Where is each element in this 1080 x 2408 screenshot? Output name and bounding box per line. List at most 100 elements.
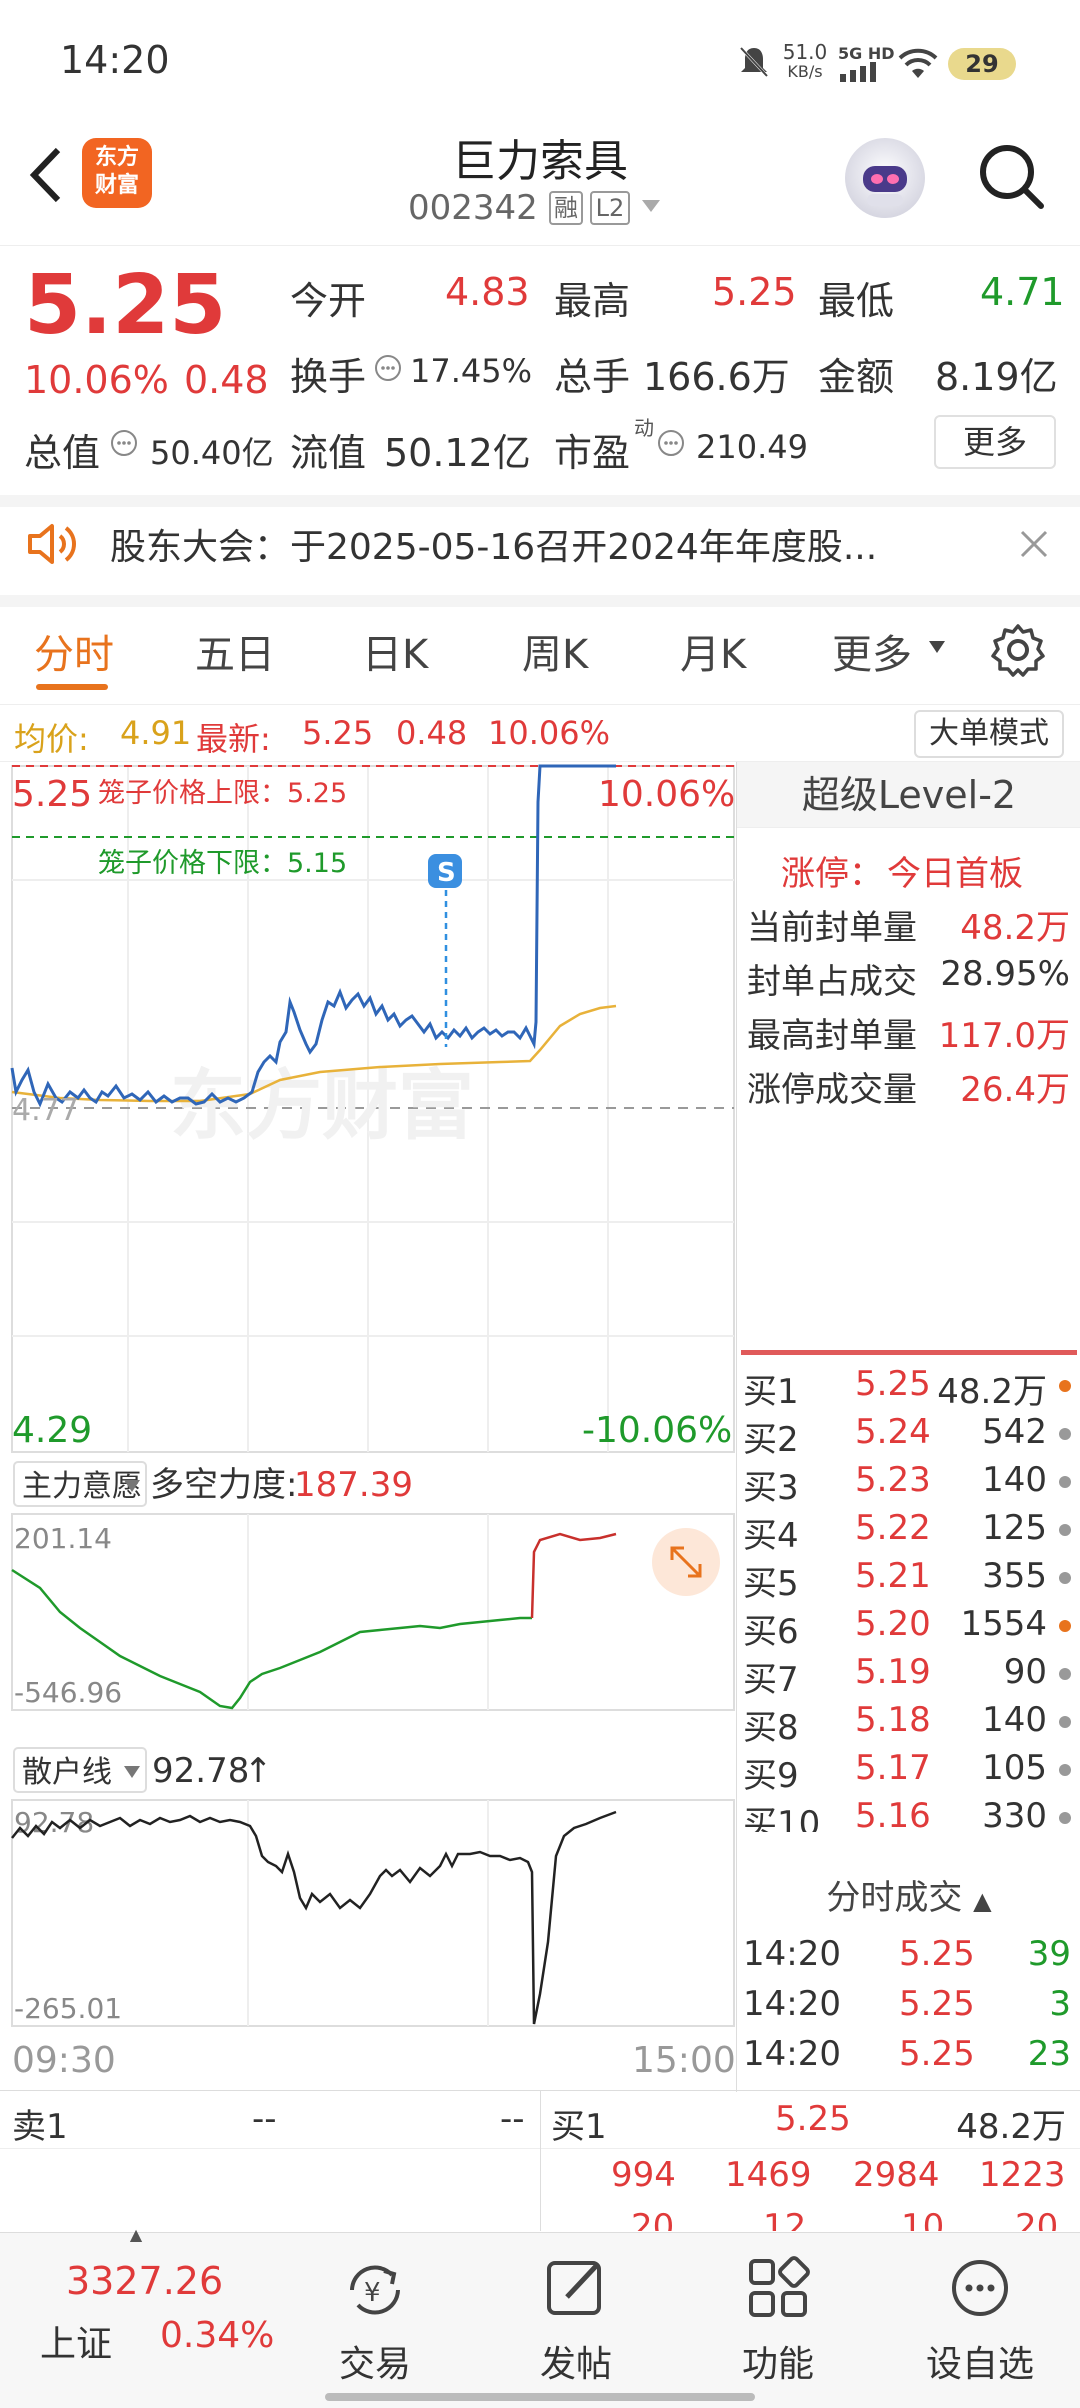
- nav-trade[interactable]: ¥ 交易: [305, 2247, 445, 2397]
- arrow-up-icon: ↑: [244, 1751, 273, 1791]
- nav-add-watchlist-label: 设自选: [925, 2344, 1034, 2385]
- tab-weekly-k[interactable]: 周K: [522, 622, 588, 680]
- bid-label: 买3: [743, 1468, 799, 1508]
- bid-row[interactable]: 买8 5.18 140: [737, 1696, 1080, 1748]
- signal-bars-icon: [840, 62, 876, 82]
- time-axis-start: 09:30: [12, 2040, 116, 2081]
- ai-assistant-avatar[interactable]: [845, 138, 925, 218]
- ticks-title[interactable]: 分时成交 ▲: [737, 1870, 1080, 1919]
- tab-indicator: [36, 684, 108, 690]
- bid-volume: 125: [982, 1508, 1047, 1548]
- gear-icon[interactable]: [990, 622, 1046, 678]
- buy1-price: 5.25: [775, 2099, 851, 2139]
- cage-lower-label: 笼子价格下限：5.15: [98, 848, 347, 879]
- search-icon[interactable]: [975, 140, 1047, 212]
- bid-row[interactable]: 买9 5.17 105: [737, 1744, 1080, 1796]
- l2-label: 最高封单量: [747, 1016, 917, 1056]
- net-speed-unit: KB/s: [787, 62, 823, 81]
- close-icon[interactable]: [1018, 528, 1050, 560]
- bid-row[interactable]: 买3 5.23 140: [737, 1456, 1080, 1508]
- nav-functions-label: 功能: [741, 2344, 814, 2385]
- info-icon[interactable]: [109, 428, 139, 458]
- intraday-chart[interactable]: 东方财富 S 5.25 10.06% 笼子价格上限：5.25 笼子价格下限：5.…: [0, 762, 736, 2092]
- tab-5day[interactable]: 五日: [195, 622, 275, 680]
- home-indicator[interactable]: [325, 2393, 755, 2401]
- bid-row[interactable]: 买10 5.16 330: [737, 1792, 1080, 1832]
- bid-row[interactable]: 买5 5.21 355: [737, 1552, 1080, 1604]
- tab-daily-k[interactable]: 日K: [362, 622, 428, 680]
- bid-row[interactable]: 买4 5.22 125: [737, 1504, 1080, 1556]
- more-button[interactable]: 更多: [934, 415, 1056, 469]
- bid-label: 买4: [743, 1516, 799, 1556]
- notice-text[interactable]: 股东大会：于2025-05-16召开2024年年度股...: [110, 518, 877, 570]
- pe-value: 210.49: [696, 428, 808, 466]
- tab-intraday[interactable]: 分时: [34, 622, 114, 680]
- pe-label: 市盈: [554, 431, 631, 475]
- index-name: 上证: [40, 2324, 113, 2365]
- index-pct: 0.34%: [160, 2315, 275, 2356]
- index-ticker[interactable]: 3327.26 上证 0.34%: [0, 2243, 274, 2393]
- net-speed-value: 51.0: [782, 40, 828, 64]
- bid-price: 5.23: [855, 1460, 931, 1500]
- bid-label: 买9: [743, 1756, 799, 1796]
- l2-label: 涨停成交量: [747, 1070, 917, 1110]
- high-label: 最高: [554, 279, 631, 323]
- high-value: 5.25: [712, 270, 797, 314]
- bid-price: 5.25: [855, 1364, 931, 1404]
- amount-value: 8.19亿: [935, 355, 1058, 399]
- bid-volume: 140: [982, 1460, 1047, 1500]
- margin-tag: 融: [549, 191, 583, 225]
- indicator2-name: 散户线: [22, 1755, 112, 1790]
- nav-functions[interactable]: 功能: [708, 2247, 848, 2397]
- open-label: 今开: [290, 279, 367, 323]
- caret-down-icon[interactable]: [640, 198, 662, 214]
- bid-list: 买1 5.25 48.2万 买2 5.24 542 买3 5.23 140 买4 5.22 125 买5…: [737, 1360, 1080, 1832]
- level2-title[interactable]: 超级Level-2: [737, 762, 1080, 828]
- tab-more[interactable]: 更多: [832, 622, 912, 680]
- bid-dot-icon: [1059, 1620, 1071, 1632]
- bid-row[interactable]: 买1 5.25 48.2万: [737, 1360, 1080, 1412]
- bid-dot-icon: [1059, 1524, 1071, 1536]
- latest-change: 0.48: [396, 714, 468, 752]
- bid-price: 5.17: [855, 1748, 931, 1788]
- pct-axis-top: 10.06%: [598, 774, 735, 815]
- signal-label: S: [437, 858, 456, 888]
- stock-code: 002342: [408, 188, 538, 228]
- l2-label: 封单占成交: [747, 962, 917, 1002]
- bid-book[interactable]: 买1 5.25 48.2万 买2 5.24 542 买3 5.23 140 买4 5.22 125 买5…: [737, 1360, 1080, 1832]
- tab-monthly-k[interactable]: 月K: [680, 622, 746, 680]
- bid-volume: 90: [1003, 1652, 1047, 1692]
- l2-value: 26.4万: [960, 1070, 1070, 1110]
- info-icon[interactable]: [373, 353, 403, 383]
- net-speed: 51.0 KB/s: [780, 42, 830, 82]
- nav-add-watchlist[interactable]: 设自选: [910, 2247, 1050, 2397]
- queue-order: 2984: [853, 2155, 940, 2195]
- nav-post[interactable]: 发帖: [506, 2247, 646, 2397]
- sell-queue-row: 卖1 -- --: [0, 2091, 540, 2149]
- bid-label: 买7: [743, 1660, 799, 1700]
- bid-dot-icon: [1059, 1812, 1071, 1824]
- caret-up-icon: ▲: [973, 1887, 992, 1915]
- bid-dot-icon: [1059, 1716, 1071, 1728]
- mktcap-label: 总值: [24, 431, 101, 475]
- big-order-mode-button[interactable]: 大单模式: [914, 710, 1064, 758]
- bid-row[interactable]: 买2 5.24 542: [737, 1408, 1080, 1460]
- tick-price: 5.25: [899, 1934, 975, 1974]
- speaker-icon: [28, 524, 76, 564]
- avg-value: 4.91: [120, 714, 192, 752]
- turnover-label: 换手: [290, 355, 367, 399]
- bid-label: 买6: [743, 1612, 799, 1652]
- chevron-left-icon[interactable]: [22, 140, 72, 210]
- bid-dot-icon: [1059, 1572, 1071, 1584]
- bid-volume: 330: [982, 1796, 1047, 1832]
- pe-sup: 动: [634, 416, 654, 440]
- info-icon[interactable]: [656, 428, 686, 458]
- bid-volume: 355: [982, 1556, 1047, 1596]
- tick-row: 14:20 5.25 3: [737, 1980, 1080, 2030]
- tick-volume: 3: [1049, 1984, 1071, 2024]
- app-logo: 东方 财富: [82, 138, 152, 208]
- bid-row[interactable]: 买6 5.20 1554: [737, 1600, 1080, 1652]
- bid-row[interactable]: 买7 5.19 90: [737, 1648, 1080, 1700]
- indicator1-label: 多空力度:: [150, 1465, 297, 1505]
- nav-post-label: 发帖: [539, 2344, 612, 2385]
